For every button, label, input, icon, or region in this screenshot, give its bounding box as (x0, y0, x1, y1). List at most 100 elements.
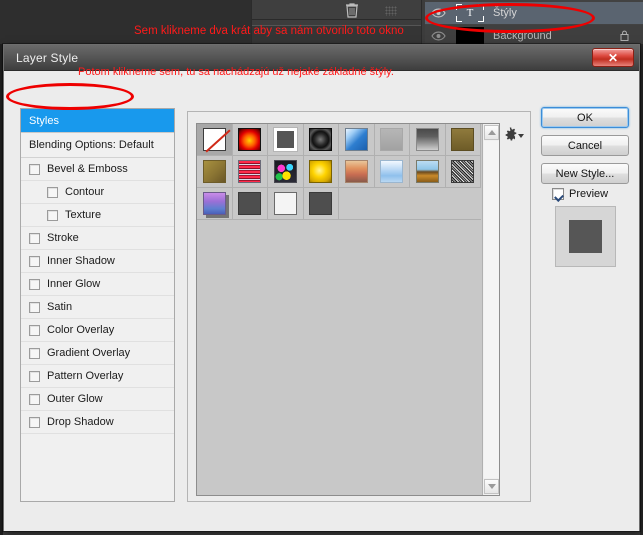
ok-button[interactable]: OK (541, 107, 629, 128)
style-swatch-6[interactable] (410, 124, 446, 156)
effect-enable-checkbox[interactable] (29, 347, 40, 359)
style-swatch-7[interactable] (445, 124, 481, 156)
effect-row-bevel-emboss[interactable]: Bevel & Emboss (21, 158, 174, 181)
scroll-up-button[interactable] (484, 125, 499, 140)
new-style-button[interactable]: New Style... (541, 163, 629, 184)
style-swatch-3[interactable] (303, 124, 339, 156)
effect-row-inner-shadow[interactable]: Inner Shadow (21, 250, 174, 273)
style-swatch-11[interactable] (303, 156, 339, 188)
styles-scrollbar[interactable] (482, 124, 499, 495)
effect-row-blending-options-default[interactable]: Blending Options: Default (21, 133, 174, 158)
layer-visibility-toggle[interactable] (425, 8, 451, 18)
trash-icon[interactable] (345, 2, 359, 18)
style-swatch-9[interactable] (232, 156, 268, 188)
style-swatch-preview (380, 160, 404, 183)
style-swatch-4[interactable] (339, 124, 375, 156)
effect-enable-checkbox[interactable] (29, 255, 40, 267)
layer-row[interactable]: T Štýly (425, 2, 643, 24)
style-swatch-preview (273, 128, 297, 151)
effect-row-gradient-overlay[interactable]: Gradient Overlay (21, 342, 174, 365)
effect-enable-checkbox[interactable] (47, 209, 58, 221)
effect-row-contour[interactable]: Contour (21, 181, 174, 204)
scrollbar-track[interactable] (484, 141, 499, 478)
panel-resize-grip[interactable] (385, 6, 397, 16)
layer-thumbnail[interactable]: T (451, 4, 489, 22)
effect-label: Inner Glow (47, 278, 101, 290)
effect-label: Satin (47, 301, 73, 313)
preview-toggle[interactable]: Preview (552, 188, 608, 200)
text-layer-thumb-icon: T (456, 4, 484, 22)
close-icon[interactable]: ✕ (592, 48, 634, 67)
style-swatch-12[interactable] (339, 156, 375, 188)
style-swatch-10[interactable] (268, 156, 304, 188)
style-swatch-0[interactable] (197, 124, 233, 156)
style-swatch-preview (344, 128, 368, 151)
style-swatch-1[interactable] (232, 124, 268, 156)
effect-enable-checkbox[interactable] (29, 324, 40, 336)
style-swatch-17[interactable] (232, 188, 268, 220)
effect-label: Styles (29, 114, 59, 127)
effect-row-inner-glow[interactable]: Inner Glow (21, 273, 174, 296)
gear-icon (505, 127, 517, 141)
scroll-down-button[interactable] (484, 479, 499, 494)
style-swatch-15[interactable] (445, 156, 481, 188)
style-swatch-empty (445, 188, 481, 220)
effect-row-drop-shadow[interactable]: Drop Shadow (21, 411, 174, 434)
style-swatch-2[interactable] (268, 124, 304, 156)
effect-row-color-overlay[interactable]: Color Overlay (21, 319, 174, 342)
chevron-down-icon (518, 134, 524, 138)
effect-row-outer-glow[interactable]: Outer Glow (21, 388, 174, 411)
style-swatch-18[interactable] (268, 188, 304, 220)
style-swatch-16[interactable] (197, 188, 233, 220)
style-swatch-13[interactable] (374, 156, 410, 188)
style-swatch-preview (309, 192, 333, 215)
layer-name: Background (493, 30, 552, 42)
lock-icon (620, 30, 629, 41)
effect-enable-checkbox[interactable] (29, 370, 40, 382)
layer-thumbnail[interactable] (451, 27, 489, 45)
style-swatch-5[interactable] (374, 124, 410, 156)
styles-grid-row (197, 188, 482, 220)
style-swatch-preview (273, 160, 297, 183)
effect-enable-checkbox[interactable] (29, 416, 40, 428)
chevron-up-icon (487, 130, 496, 135)
effect-enable-checkbox[interactable] (47, 186, 58, 198)
dialog-body: Styles Blending Options: Default Bevel & E… (4, 71, 639, 531)
cancel-button[interactable]: Cancel (541, 135, 629, 156)
effect-row-satin[interactable]: Satin (21, 296, 174, 319)
chevron-down-icon (487, 484, 496, 489)
style-swatch-preview (451, 160, 475, 183)
styles-browser (196, 123, 500, 496)
preview-checkbox[interactable] (552, 188, 564, 200)
effect-label: Stroke (47, 232, 79, 244)
style-swatch-8[interactable] (197, 156, 233, 188)
effect-label: Outer Glow (47, 393, 103, 405)
style-swatch-preview (380, 128, 404, 151)
effects-list: Styles Blending Options: Default Bevel & E… (20, 108, 175, 502)
eye-icon (430, 31, 446, 41)
effect-label: Color Overlay (47, 324, 115, 336)
eye-icon (430, 8, 446, 18)
preview-swatch (569, 220, 602, 253)
panel-edge-right (421, 0, 422, 46)
effect-row-texture[interactable]: Texture (21, 204, 174, 227)
effect-enable-checkbox[interactable] (29, 301, 40, 313)
effect-enable-checkbox[interactable] (29, 393, 40, 405)
effect-enable-checkbox[interactable] (29, 163, 40, 175)
annotation-text-dialog: Potom klikneme sem, tu sa nachádzajú už … (78, 66, 394, 78)
style-swatch-14[interactable] (410, 156, 446, 188)
style-swatch-preview (415, 160, 439, 183)
effect-row-styles[interactable]: Styles (21, 109, 174, 133)
effect-enable-checkbox[interactable] (29, 278, 40, 290)
layers-list: T Štýly Background (425, 0, 643, 47)
styles-grid-row (197, 156, 482, 188)
effect-row-stroke[interactable]: Stroke (21, 227, 174, 250)
effect-enable-checkbox[interactable] (29, 232, 40, 244)
style-swatch-19[interactable] (303, 188, 339, 220)
styles-options-menu-button[interactable] (504, 126, 524, 142)
layer-name: Štýly (493, 7, 517, 19)
style-swatch-preview (415, 128, 439, 151)
layer-visibility-toggle[interactable] (425, 31, 451, 41)
style-swatch-preview (238, 128, 262, 151)
effect-row-pattern-overlay[interactable]: Pattern Overlay (21, 365, 174, 388)
